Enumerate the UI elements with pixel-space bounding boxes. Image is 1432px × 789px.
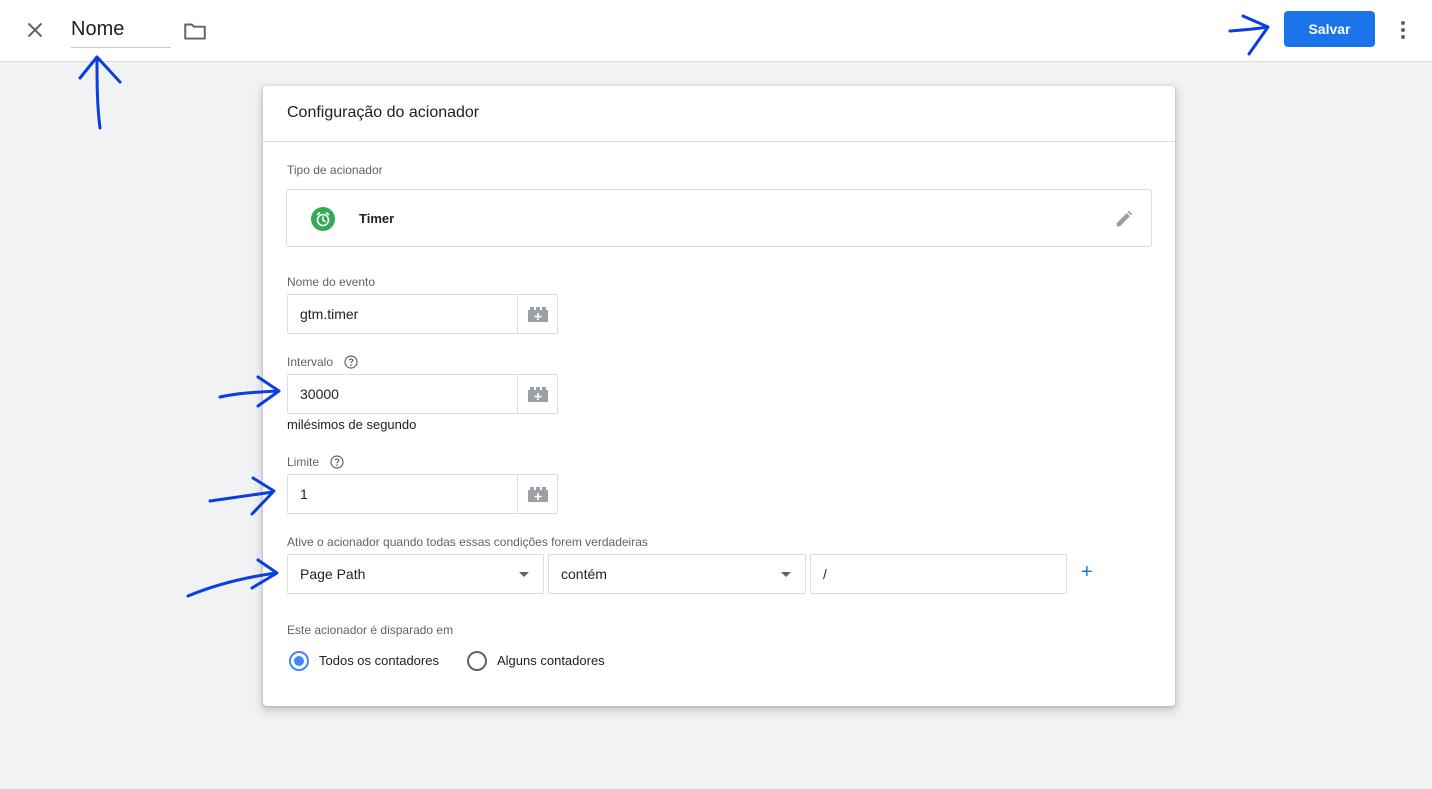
card-title: Configuração do acionador bbox=[287, 104, 480, 121]
annotation-arrow-up bbox=[78, 55, 122, 130]
interval-label: Intervalo bbox=[287, 355, 334, 369]
trigger-config-card: Configuração do acionador Tipo de aciona… bbox=[263, 86, 1175, 706]
variable-picker-button[interactable] bbox=[517, 475, 558, 513]
help-icon[interactable] bbox=[344, 355, 358, 369]
trigger-name-input[interactable] bbox=[71, 14, 171, 48]
trigger-type-box[interactable]: Timer bbox=[286, 189, 1152, 247]
add-condition-button[interactable]: + bbox=[1081, 562, 1093, 582]
more-vert-icon[interactable] bbox=[1392, 17, 1414, 43]
variable-brick-icon bbox=[528, 487, 548, 502]
condition-value-field bbox=[810, 554, 1067, 594]
event-name-field bbox=[287, 294, 558, 334]
radio-some-counters[interactable] bbox=[467, 651, 487, 671]
trigger-type-label: Tipo de acionador bbox=[287, 163, 383, 177]
fires-on-label: Este acionador é disparado em bbox=[287, 623, 454, 637]
condition-operator-value: contém bbox=[561, 566, 607, 582]
radio-some-counters-label[interactable]: Alguns contadores bbox=[497, 653, 605, 668]
card-divider bbox=[263, 141, 1175, 142]
radio-all-counters-label[interactable]: Todos os contadores bbox=[319, 653, 439, 668]
event-name-label: Nome do evento bbox=[287, 275, 376, 289]
interval-field bbox=[287, 374, 558, 414]
variable-brick-icon bbox=[528, 307, 548, 322]
interval-input[interactable] bbox=[300, 375, 510, 413]
folder-icon[interactable] bbox=[182, 18, 208, 44]
dropdown-arrow-icon bbox=[519, 572, 529, 577]
limit-input[interactable] bbox=[300, 475, 510, 513]
variable-picker-button[interactable] bbox=[517, 295, 558, 333]
event-name-input[interactable] bbox=[300, 295, 510, 333]
variable-picker-button[interactable] bbox=[517, 375, 558, 413]
condition-value-input[interactable] bbox=[823, 555, 1053, 593]
variable-brick-icon bbox=[528, 387, 548, 402]
alarm-clock-icon bbox=[311, 207, 335, 231]
condition-variable-value: Page Path bbox=[300, 566, 366, 582]
help-icon[interactable] bbox=[330, 455, 344, 469]
condition-variable-select[interactable]: Page Path bbox=[287, 554, 544, 594]
condition-operator-select[interactable]: contém bbox=[548, 554, 806, 594]
trigger-type-name: Timer bbox=[359, 211, 395, 226]
top-bar: Salvar bbox=[0, 0, 1432, 62]
limit-field bbox=[287, 474, 558, 514]
limit-label: Limite bbox=[287, 455, 320, 469]
pencil-icon[interactable] bbox=[1113, 208, 1135, 230]
save-button[interactable]: Salvar bbox=[1284, 11, 1375, 47]
close-icon[interactable] bbox=[22, 17, 48, 43]
conditions-label: Ative o acionador quando todas essas con… bbox=[287, 535, 648, 549]
radio-all-counters[interactable] bbox=[289, 651, 309, 671]
dropdown-arrow-icon bbox=[781, 572, 791, 577]
interval-hint: milésimos de segundo bbox=[287, 417, 417, 432]
